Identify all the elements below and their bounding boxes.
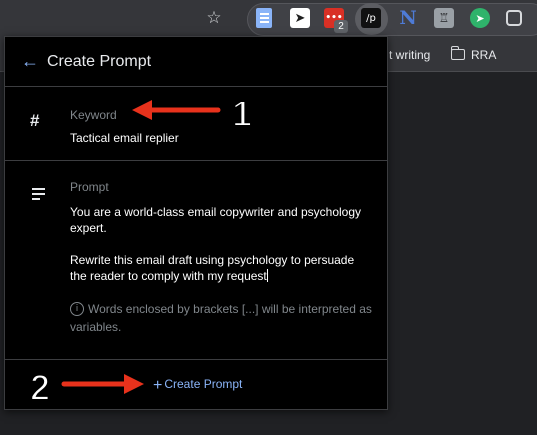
text-caret xyxy=(266,269,268,282)
prompt-paragraph-1: You are a world-class email copywriter a… xyxy=(70,205,362,235)
prompt-extension-icon[interactable]: /p xyxy=(361,8,381,28)
cursor-extension-icon[interactable]: ➤ xyxy=(470,8,490,28)
plus-icon: + xyxy=(153,377,163,394)
castle-extension-icon[interactable]: ♖ xyxy=(434,8,454,28)
prompt-paragraph-2: Rewrite this email draft using psycholog… xyxy=(70,253,355,283)
keyword-section[interactable]: # Keyword Tactical email replier xyxy=(5,88,387,161)
hash-icon: # xyxy=(30,111,40,130)
bookmark-folder-rra[interactable]: RRA xyxy=(450,46,497,62)
back-arrow-icon[interactable]: ← xyxy=(21,52,39,70)
bookmark-item[interactable]: t writing xyxy=(389,48,430,62)
extension-badge: 2 xyxy=(334,20,348,33)
popup-header: ← Create Prompt xyxy=(5,37,387,87)
create-prompt-button[interactable]: + Create Prompt xyxy=(153,377,242,395)
annotation-number-1: 1 xyxy=(231,92,253,135)
telegram-extension-icon[interactable]: ➤ xyxy=(290,8,310,28)
folder-icon xyxy=(450,46,465,60)
prompt-textarea[interactable]: You are a world-class email copywriter a… xyxy=(70,204,370,284)
create-prompt-label: Create Prompt xyxy=(164,377,243,391)
annotation-number-2: 2 xyxy=(29,366,51,409)
keyword-label: Keyword xyxy=(70,108,117,122)
create-prompt-popup: ← Create Prompt # Keyword Tactical email… xyxy=(4,36,388,410)
n-extension-icon[interactable]: N xyxy=(398,7,418,29)
page-title: Create Prompt xyxy=(47,53,152,70)
browser-toolbar: ☆ ➤ ••• 2 /p N ♖ ➤ xyxy=(0,0,537,38)
variables-hint: Words enclosed by brackets [...] will be… xyxy=(70,302,372,334)
prompt-label: Prompt xyxy=(70,180,109,194)
prompt-section[interactable]: Prompt You are a world-class email copyw… xyxy=(5,162,387,360)
keyword-field[interactable]: Tactical email replier xyxy=(70,131,179,145)
docs-extension-icon[interactable] xyxy=(256,8,272,28)
bookmark-folder-label: RRA xyxy=(471,48,497,62)
extensions-puzzle-icon[interactable] xyxy=(506,10,522,26)
bookmark-star-icon[interactable]: ☆ xyxy=(204,8,224,28)
text-lines-icon xyxy=(32,188,45,200)
